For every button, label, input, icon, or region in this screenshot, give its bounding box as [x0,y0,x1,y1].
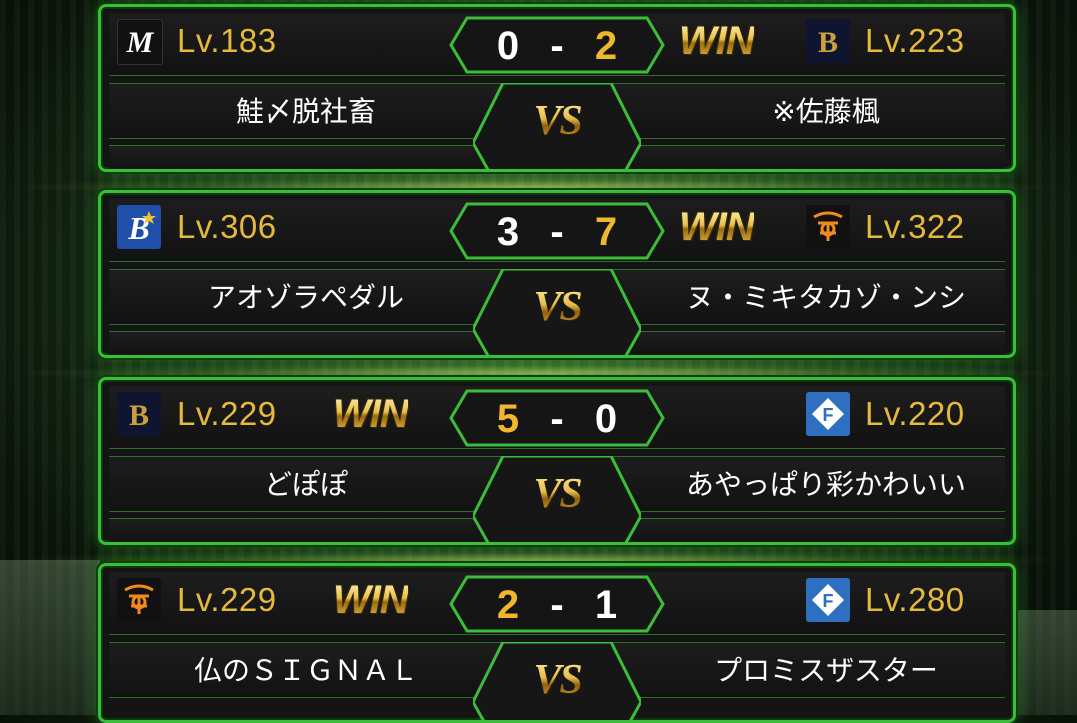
scoreboard: 5 - 0 [449,389,665,447]
score-separator: - [550,24,564,68]
right-score: 7 [594,210,618,254]
baystars-logo-icon: B [117,205,161,249]
right-score: 2 [594,24,618,68]
giants-logo-icon [117,578,161,622]
vs-emblem: VS [473,269,641,355]
left-score: 0 [496,24,520,68]
svg-text:F: F [823,405,834,425]
vs-label: VS [473,97,641,145]
fighters-logo-icon: F [806,578,850,622]
left-level: Lv.229 [177,581,277,618]
svg-text:B: B [818,26,838,59]
left-score: 3 [496,210,520,254]
scoreboard: 2 - 1 [449,575,665,633]
right-player-name: ※佐藤楓 [772,95,880,128]
right-player-name: プロミスザスター [714,654,938,687]
svg-text:B: B [129,399,149,432]
score-separator: - [550,397,564,441]
scoreboard: 3 - 7 [449,202,665,260]
right-player-name: あやっぱり彩かわいい [685,468,966,501]
buffaloes-logo-icon: B [117,392,161,436]
left-player-name: アオゾラペダル [207,281,404,314]
win-label: WIN [679,19,755,63]
left-player-name: 鮭〆脱社畜 [235,95,376,128]
left-level: Lv.306 [177,208,277,245]
match-card[interactable]: M Lv.183 0 - 2 WIN B Lv.223 鮭〆脱社畜 VS ※佐藤… [98,4,1016,172]
vs-emblem: VS [473,83,641,169]
score-separator: - [550,210,564,254]
right-level: Lv.223 [865,22,965,59]
stadium-decor-left [0,560,100,715]
right-level: Lv.220 [865,395,965,432]
vs-label: VS [473,470,641,518]
svg-text:F: F [823,591,834,611]
vs-emblem: VS [473,456,641,542]
right-player-name: ヌ・ミキタカゾ・ンシ [685,281,966,314]
right-level: Lv.322 [865,208,965,245]
fighters-logo-icon: F [806,392,850,436]
match-card[interactable]: B Lv.306 3 - 7 WIN Lv.322 アオゾラペダル VS ヌ・ミ… [98,190,1016,358]
vs-label: VS [473,656,641,704]
left-player-name: どぽぽ [263,468,348,501]
giants-logo-icon [806,205,850,249]
left-level: Lv.229 [177,395,277,432]
score-separator: - [550,583,564,627]
left-score: 5 [496,397,520,441]
win-label: WIN [679,205,755,249]
stadium-decor-right [1017,610,1077,715]
left-level: Lv.183 [177,22,277,59]
right-score: 0 [594,397,618,441]
marines-logo-icon: M [117,19,163,65]
right-level: Lv.280 [865,581,965,618]
right-score: 1 [594,583,618,627]
buffaloes-logo-icon: B [806,19,850,63]
win-label: WIN [333,578,409,622]
vs-emblem: VS [473,642,641,720]
match-card[interactable]: Lv.229 WIN 2 - 1 F Lv.280 仏のＳＩＧＮＡＬ VS プロ… [98,563,1016,723]
win-label: WIN [333,392,409,436]
left-score: 2 [496,583,520,627]
svg-text:B: B [127,210,149,246]
scoreboard: 0 - 2 [449,16,665,74]
vs-label: VS [473,283,641,331]
left-player-name: 仏のＳＩＧＮＡＬ [193,654,418,687]
match-card[interactable]: B Lv.229 WIN 5 - 0 F Lv.220 どぽぽ VS あやっぱり… [98,377,1016,545]
svg-text:M: M [126,26,155,59]
